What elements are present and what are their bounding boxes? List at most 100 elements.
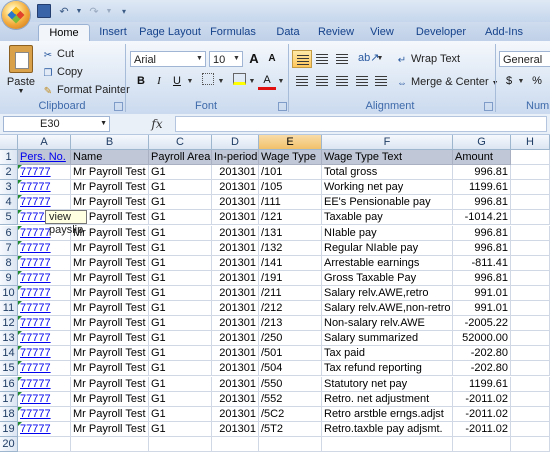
empty-cell[interactable] [511,422,550,437]
column-header-c[interactable]: C [149,135,212,150]
row-header-13[interactable]: 13 [0,331,18,346]
table-cell[interactable]: Retro.taxble pay adjsmt. [322,422,453,437]
table-cell-link[interactable]: 77777 [18,361,71,376]
row-header-8[interactable]: 8 [0,256,18,271]
table-cell[interactable]: Retro arstble erngs.adjst [322,407,453,422]
pers-no-link[interactable]: 77777 [20,408,51,420]
column-header-g[interactable]: G [453,135,511,150]
pers-no-link[interactable]: 77777 [20,423,51,435]
table-cell[interactable]: Regular NIable pay [322,241,453,256]
table-cell-link[interactable]: 77777 [18,301,71,316]
table-cell[interactable]: -2011.02 [453,407,511,422]
empty-cell[interactable] [212,437,259,452]
empty-cell[interactable] [18,437,71,452]
table-cell[interactable]: 991.01 [453,286,511,301]
header-cell[interactable]: In-period [212,150,259,165]
table-cell[interactable]: /552 [259,392,322,407]
table-cell[interactable]: G1 [149,377,212,392]
table-cell[interactable]: G1 [149,392,212,407]
table-cell[interactable]: Gross Taxable Pay [322,271,453,286]
font-launcher-icon[interactable] [278,102,287,111]
row-header-5[interactable]: 5 [0,210,18,225]
table-cell[interactable]: 201301 [212,346,259,361]
empty-cell[interactable] [453,437,511,452]
table-cell[interactable]: Working net pay [322,180,453,195]
column-header-e[interactable]: E [259,135,322,150]
table-cell[interactable]: 991.01 [453,301,511,316]
table-cell[interactable]: Non-salary relv.AWE [322,316,453,331]
empty-cell[interactable] [511,256,550,271]
empty-cell[interactable] [511,346,550,361]
table-cell[interactable]: Mr Payroll Test [71,346,149,361]
table-cell[interactable]: G1 [149,331,212,346]
table-cell-link[interactable]: 77777 [18,256,71,271]
format-painter-button[interactable]: ✎ Format Painter [42,82,130,98]
table-cell-link[interactable]: 77777 [18,407,71,422]
insert-function-icon[interactable]: fx [142,116,172,132]
font-color-dropdown-icon[interactable]: ▼ [276,73,286,90]
table-cell[interactable]: Mr Payroll Test [71,195,149,210]
table-cell[interactable]: -202.80 [453,361,511,376]
table-cell[interactable]: G1 [149,180,212,195]
decrease-indent-button[interactable] [352,72,372,90]
table-cell[interactable]: Mr Payroll Test [71,241,149,256]
pers-no-link[interactable]: 77777 [20,302,51,314]
empty-cell[interactable] [511,301,550,316]
row-header-4[interactable]: 4 [0,195,18,210]
table-cell[interactable]: NIable pay [322,226,453,241]
tab-page-layout[interactable]: Page Layout [138,24,202,41]
table-cell[interactable]: G1 [149,316,212,331]
table-cell[interactable]: 1199.61 [453,180,511,195]
table-cell[interactable]: Mr Payroll Test [71,256,149,271]
percent-button[interactable]: % [528,73,546,90]
empty-cell[interactable] [511,210,550,225]
grow-font-button[interactable]: A [245,50,263,67]
table-cell[interactable]: G1 [149,271,212,286]
number-format-select[interactable]: General [499,51,550,67]
row-header-6[interactable]: 6 [0,226,18,241]
empty-cell[interactable] [511,377,550,392]
column-header-b[interactable]: B [71,135,149,150]
undo-icon[interactable]: ↶ [56,4,72,18]
table-cell[interactable]: Total gross [322,165,453,180]
undo-dropdown-icon[interactable]: ▼ [76,4,83,18]
table-cell-link[interactable]: 77777 [18,377,71,392]
underline-button[interactable]: U [168,73,186,90]
pers-no-link[interactable]: 77777 [20,166,51,178]
empty-cell[interactable] [511,150,550,165]
pers-no-link[interactable]: 77777 [20,272,51,284]
pers-no-link[interactable]: 77777 [20,393,51,405]
row-header-11[interactable]: 11 [0,301,18,316]
empty-cell[interactable] [511,241,550,256]
pers-no-link[interactable]: 77777 [20,347,51,359]
table-cell[interactable]: 201301 [212,316,259,331]
table-cell[interactable]: Mr Payroll Test [71,286,149,301]
table-cell-link[interactable]: 77777 [18,331,71,346]
table-cell[interactable]: -1014.21 [453,210,511,225]
table-cell[interactable]: -2005.22 [453,316,511,331]
empty-cell[interactable] [511,407,550,422]
row-header-19[interactable]: 19 [0,422,18,437]
empty-cell[interactable] [511,361,550,376]
table-cell-link[interactable]: 77777 [18,271,71,286]
header-cell[interactable]: Pers. No. [18,150,71,165]
table-cell[interactable]: Salary relv.AWE,retro [322,286,453,301]
fill-color-dropdown-icon[interactable]: ▼ [247,73,257,90]
empty-cell[interactable] [511,286,550,301]
table-cell[interactable]: G1 [149,407,212,422]
column-header-a[interactable]: A [18,135,71,150]
table-cell[interactable]: G1 [149,422,212,437]
table-cell-link[interactable]: 77777 [18,392,71,407]
alignment-launcher-icon[interactable] [484,102,493,111]
table-cell-link[interactable]: 77777 [18,286,71,301]
pers-no-link[interactable]: 77777 [20,257,51,269]
font-color-button[interactable]: A [258,73,276,90]
table-cell[interactable]: G1 [149,346,212,361]
empty-cell[interactable] [511,316,550,331]
table-cell-link[interactable]: 77777 [18,241,71,256]
header-cell[interactable]: Name [71,150,149,165]
redo-dropdown-icon[interactable]: ▼ [106,4,113,18]
tab-formulas[interactable]: Formulas [206,24,260,41]
empty-cell[interactable] [511,195,550,210]
empty-cell[interactable] [511,165,550,180]
